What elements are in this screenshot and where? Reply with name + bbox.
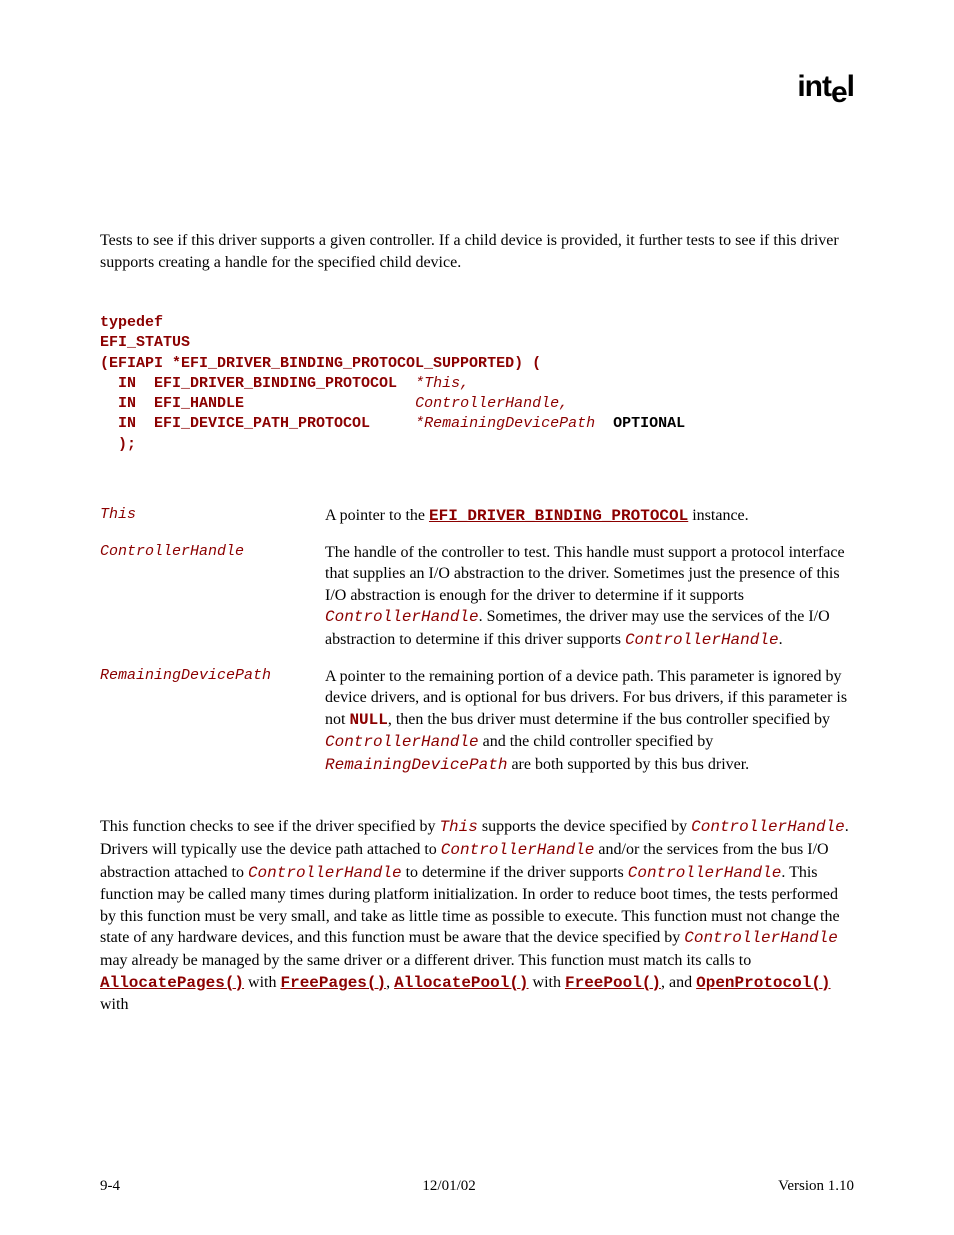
param-name: RemainingDevicePath xyxy=(100,666,325,684)
proto-line-6a: IN EFI_DEVICE_PATH_PROTOCOL xyxy=(100,415,415,432)
text: with xyxy=(529,974,565,991)
text: , xyxy=(386,974,394,991)
text: A pointer to the xyxy=(325,507,429,524)
page-footer: 9-4 12/01/02 Version 1.10 xyxy=(100,1178,854,1195)
code-ref: ControllerHandle xyxy=(441,841,595,859)
text: are both supported by this bus driver. xyxy=(507,756,749,773)
proto-line-6c: OPTIONAL xyxy=(595,415,685,432)
param-desc: A pointer to the EFI_DRIVER_BINDING_PROT… xyxy=(325,505,854,528)
param-row-controllerhandle: ControllerHandle The handle of the contr… xyxy=(100,542,854,652)
code-ref: This xyxy=(439,818,477,836)
proto-line-6b: *RemainingDevicePath xyxy=(415,415,595,432)
intel-logo: intel xyxy=(797,70,854,104)
footer-page-number: 9-4 xyxy=(100,1178,120,1195)
proto-line-4a: IN EFI_DRIVER_BINDING_PROTOCOL xyxy=(100,375,415,392)
param-row-this: This A pointer to the EFI_DRIVER_BINDING… xyxy=(100,505,854,528)
description-paragraph: This function checks to see if the drive… xyxy=(100,816,854,1015)
code-ref: ControllerHandle xyxy=(325,733,479,751)
footer-date: 12/01/02 xyxy=(422,1178,475,1195)
code-ref: RemainingDevicePath xyxy=(325,756,507,774)
code-ref-null: NULL xyxy=(349,711,387,729)
param-desc: A pointer to the remaining portion of a … xyxy=(325,666,854,777)
link-allocatepages[interactable]: AllocatePages() xyxy=(100,974,244,992)
text: with xyxy=(100,996,128,1013)
code-ref: EFI_DRIVER_BINDING_PROTOCOL xyxy=(429,507,688,525)
text: . xyxy=(779,631,783,648)
param-name: This xyxy=(100,505,325,523)
code-ref: ControllerHandle xyxy=(691,818,845,836)
text: This function checks to see if the drive… xyxy=(100,818,439,835)
param-row-remainingdevicepath: RemainingDevicePath A pointer to the rem… xyxy=(100,666,854,777)
proto-line-3: (EFIAPI *EFI_DRIVER_BINDING_PROTOCOL_SUP… xyxy=(100,355,541,372)
link-allocatepool[interactable]: AllocatePool() xyxy=(394,974,528,992)
proto-line-5a: IN EFI_HANDLE xyxy=(100,395,415,412)
code-ref: ControllerHandle xyxy=(248,864,402,882)
text: The handle of the controller to test. Th… xyxy=(325,544,845,604)
text: may already be managed by the same drive… xyxy=(100,952,751,969)
text: with xyxy=(244,974,280,991)
proto-line-4b: *This, xyxy=(415,375,469,392)
proto-line-2: EFI_STATUS xyxy=(100,334,190,351)
code-ref: ControllerHandle xyxy=(625,631,779,649)
text: , then the bus driver must determine if … xyxy=(388,711,830,728)
text: , and xyxy=(661,974,696,991)
param-desc: The handle of the controller to test. Th… xyxy=(325,542,854,652)
footer-version: Version 1.10 xyxy=(778,1178,854,1195)
link-openprotocol[interactable]: OpenProtocol() xyxy=(696,974,830,992)
text: supports the device specified by xyxy=(478,818,691,835)
text: to determine if the driver supports xyxy=(402,864,628,881)
code-ref: ControllerHandle xyxy=(684,929,838,947)
link-freepages[interactable]: FreePages() xyxy=(280,974,386,992)
proto-line-7: ); xyxy=(100,436,136,453)
intro-paragraph: Tests to see if this driver supports a g… xyxy=(100,230,854,273)
parameters-table: This A pointer to the EFI_DRIVER_BINDING… xyxy=(100,505,854,777)
code-ref: ControllerHandle xyxy=(325,608,479,626)
text: and the child controller specified by xyxy=(479,733,714,750)
param-name: ControllerHandle xyxy=(100,542,325,560)
link-freepool[interactable]: FreePool() xyxy=(565,974,661,992)
prototype-block: typedef EFI_STATUS (EFIAPI *EFI_DRIVER_B… xyxy=(100,313,854,455)
proto-line-5b: ControllerHandle, xyxy=(415,395,568,412)
proto-line-1: typedef xyxy=(100,314,163,331)
code-ref: ControllerHandle xyxy=(628,864,782,882)
text: instance. xyxy=(688,507,748,524)
